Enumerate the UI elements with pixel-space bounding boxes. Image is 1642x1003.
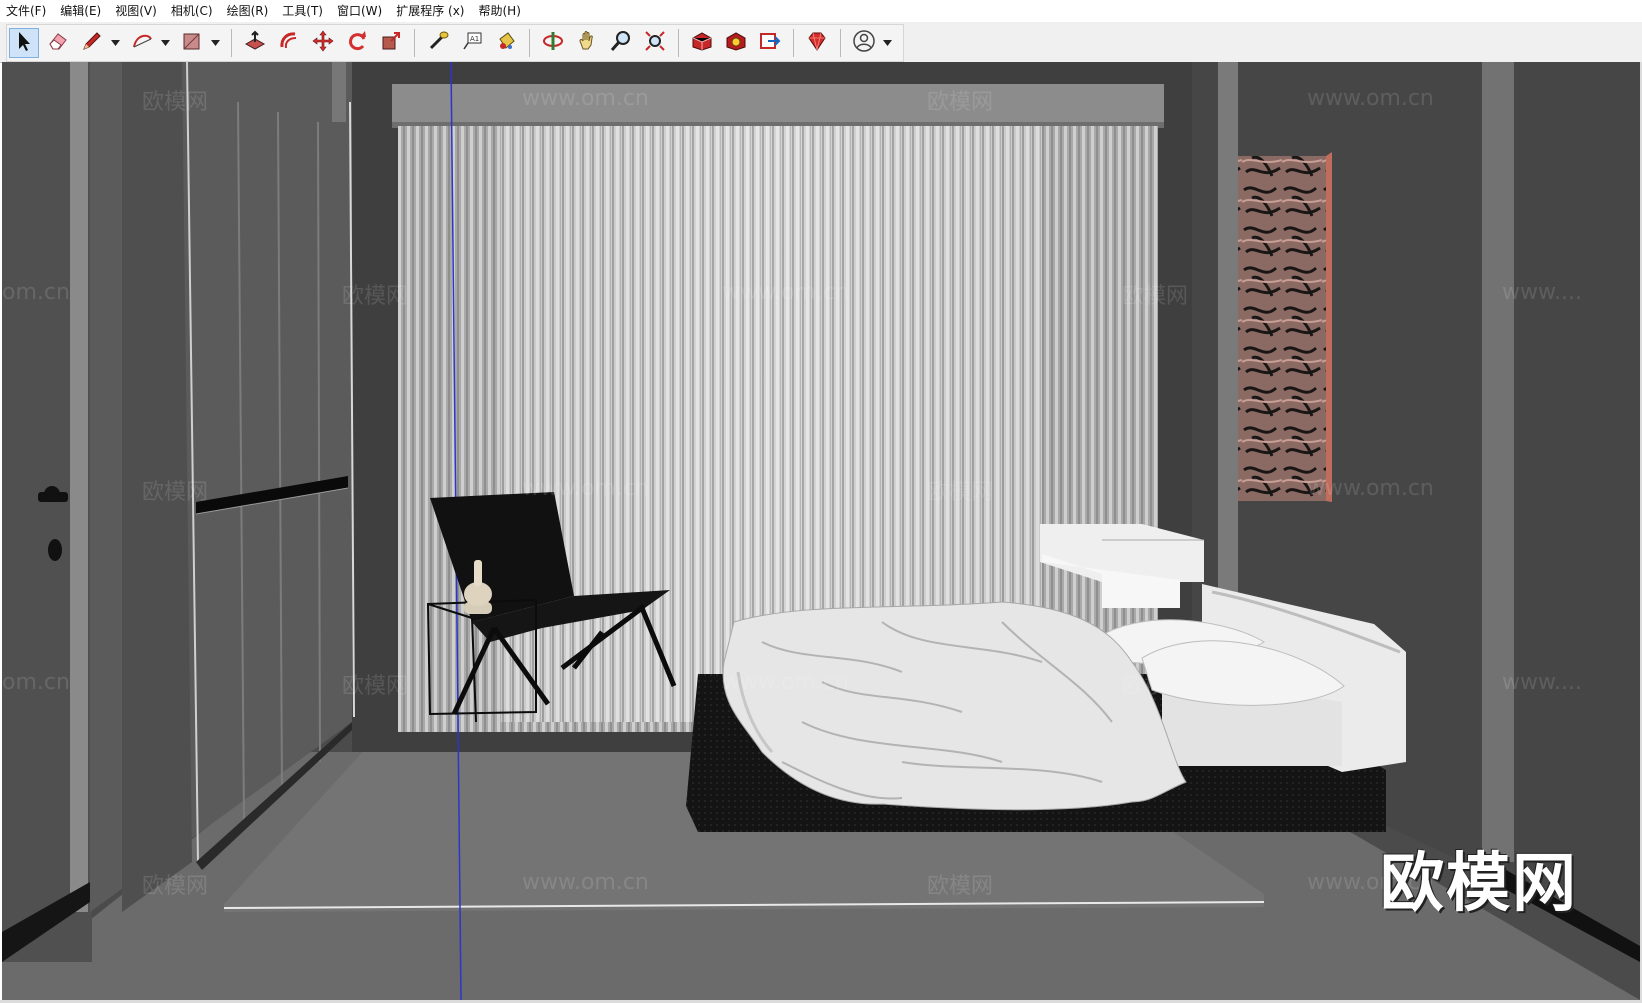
chevron-down-icon — [882, 40, 892, 46]
line-tool-button[interactable] — [77, 28, 107, 58]
select-tool-button[interactable] — [9, 28, 39, 58]
move-tool-button[interactable] — [308, 28, 338, 58]
account-tool-button[interactable] — [849, 28, 879, 58]
chevron-down-icon — [160, 40, 170, 46]
watermark: www.om.cn — [722, 670, 849, 695]
offset-tool-button[interactable] — [274, 28, 304, 58]
toolbar-strip: A1 — [6, 24, 904, 62]
move-icon — [311, 29, 335, 57]
tape-measure-tool-button[interactable] — [423, 28, 453, 58]
watermark: www.... — [1502, 280, 1582, 305]
watermark: 欧模网 — [142, 874, 209, 899]
line-dropdown-arrow[interactable] — [109, 28, 121, 58]
3d-warehouse-tool-button[interactable] — [687, 28, 717, 58]
menu-tools[interactable]: 工具(T) — [275, 0, 330, 22]
tape-measure-icon — [426, 29, 450, 57]
chevron-down-icon — [210, 40, 220, 46]
menu-extensions[interactable]: 扩展程序 (x) — [389, 0, 471, 22]
rotate-tool-button[interactable] — [342, 28, 372, 58]
zoom-extents-tool-button[interactable] — [640, 28, 670, 58]
watermark: 欧模网 — [927, 480, 994, 505]
menu-help[interactable]: 帮助(H) — [471, 0, 527, 22]
zoom-icon — [609, 29, 633, 57]
scale-icon — [379, 29, 403, 57]
send-to-layout-tool-button[interactable] — [755, 28, 785, 58]
watermark: 欧模网 — [927, 874, 994, 899]
watermark: 欧模网 — [142, 480, 209, 505]
menu-bar: 文件(F) 编辑(E) 视图(V) 相机(C) 绘图(R) 工具(T) 窗口(W) 扩展程序 … — [0, 0, 1642, 22]
watermark: om.cn — [2, 280, 70, 305]
brand-watermark: 欧模网 — [1380, 847, 1578, 921]
pencil-line-icon — [80, 29, 104, 57]
menu-edit[interactable]: 编辑(E) — [53, 0, 108, 22]
watermark: www.... — [1502, 670, 1582, 695]
extension-warehouse-icon — [724, 29, 748, 57]
3d-viewport[interactable]: 欧模网 www.om.cn 欧模网 www.om.cn om.cn 欧模网 www.om.c… — [2, 62, 1640, 1000]
toolbar-separator — [840, 29, 841, 57]
watermark: www.om.cn — [722, 280, 849, 305]
menu-file[interactable]: 文件(F) — [0, 0, 53, 22]
eraser-tool-button[interactable] — [43, 28, 73, 58]
watermark: 欧模网 — [342, 284, 409, 309]
push-pull-tool-button[interactable] — [240, 28, 270, 58]
toolbar-separator — [678, 29, 679, 57]
watermark: www.om.cn — [522, 476, 649, 501]
rotate-icon — [345, 29, 369, 57]
pan-tool-button[interactable] — [572, 28, 602, 58]
watermark: 欧模网 — [927, 90, 994, 115]
select-arrow-icon — [12, 29, 36, 57]
orbit-icon — [541, 29, 565, 57]
toolbar-separator — [529, 29, 530, 57]
paint-bucket-tool-button[interactable] — [491, 28, 521, 58]
text-tool-button[interactable]: A1 — [457, 28, 487, 58]
layout-icon — [758, 29, 782, 57]
eraser-icon — [46, 29, 70, 57]
rectangle-icon — [180, 29, 204, 57]
shape-dropdown-arrow[interactable] — [209, 28, 221, 58]
menu-camera[interactable]: 相机(C) — [164, 0, 220, 22]
ruby-gem-icon — [805, 29, 829, 57]
watermark: www.om.cn — [1307, 86, 1434, 111]
scale-tool-button[interactable] — [376, 28, 406, 58]
watermark: 欧模网 — [1122, 674, 1189, 699]
watermark: 欧模网 — [342, 674, 409, 699]
warehouse-icon — [690, 29, 714, 57]
zoom-tool-button[interactable] — [606, 28, 636, 58]
watermark: www.om.cn — [1307, 476, 1434, 501]
watermark: www.om.cn — [522, 870, 649, 895]
chevron-down-icon — [110, 40, 120, 46]
toolbar-separator — [414, 29, 415, 57]
menu-draw[interactable]: 绘图(R) — [220, 0, 276, 22]
toolbar-separator — [793, 29, 794, 57]
arc-tool-button[interactable] — [127, 28, 157, 58]
watermark: www.om.cn — [522, 86, 649, 111]
push-pull-icon — [243, 29, 267, 57]
text-icon: A1 — [460, 29, 484, 57]
toolbar-separator — [231, 29, 232, 57]
ruby-tool-button[interactable] — [802, 28, 832, 58]
offset-icon — [277, 29, 301, 57]
shape-tool-button[interactable] — [177, 28, 207, 58]
menu-view[interactable]: 视图(V) — [108, 0, 164, 22]
user-account-icon — [852, 29, 876, 57]
arc-icon — [130, 29, 154, 57]
toolbar: A1 — [0, 22, 1642, 63]
arc-dropdown-arrow[interactable] — [159, 28, 171, 58]
watermark: 欧模网 — [1122, 284, 1189, 309]
extension-warehouse-tool-button[interactable] — [721, 28, 751, 58]
watermark: 欧模网 — [142, 90, 209, 115]
menu-window[interactable]: 窗口(W) — [330, 0, 389, 22]
paint-bucket-icon — [494, 29, 518, 57]
watermark: om.cn — [2, 670, 70, 695]
account-dropdown-arrow[interactable] — [881, 28, 893, 58]
svg-text:A1: A1 — [470, 35, 479, 43]
zoom-extents-icon — [643, 29, 667, 57]
orbit-tool-button[interactable] — [538, 28, 568, 58]
pan-hand-icon — [575, 29, 599, 57]
